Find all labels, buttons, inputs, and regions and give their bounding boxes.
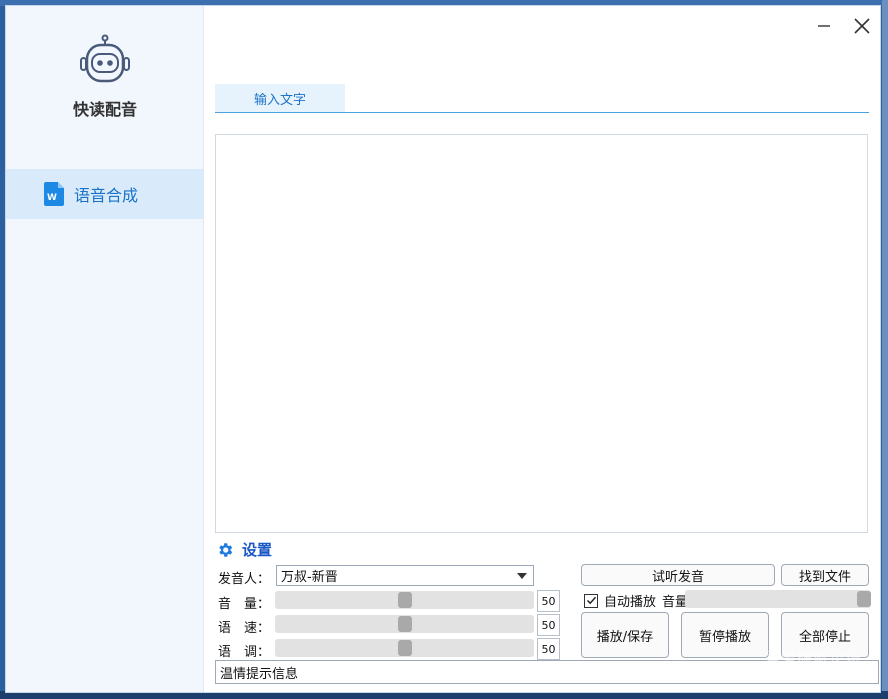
watermark: 吾爱破解论坛 www.52pojie.cn	[765, 650, 861, 686]
svg-text:W: W	[47, 193, 57, 203]
sidebar-item-speech-synthesis[interactable]: W 语音合成	[6, 169, 204, 219]
speed-slider-thumb[interactable]	[398, 616, 412, 632]
sidebar: 快读配音 W 语音合成	[6, 6, 204, 692]
word-doc-icon: W	[44, 182, 64, 206]
app-title: 快读配音	[72, 100, 137, 119]
speed-value: 50	[537, 614, 560, 636]
minimize-icon	[818, 25, 830, 27]
check-icon	[586, 596, 596, 605]
robot-icon	[80, 34, 130, 83]
autoplay-row: 自动播放 音量	[584, 591, 694, 610]
speaker-label: 发音人：	[218, 572, 271, 587]
volume-label: 音 量：	[218, 597, 271, 612]
close-button[interactable]	[850, 14, 874, 38]
hint-text: 温情提示信息	[220, 666, 299, 682]
gear-icon	[219, 542, 233, 557]
settings-title: 设置	[242, 541, 273, 559]
desktop-background-right	[882, 0, 888, 699]
watermark-line2: www.52pojie.cn	[765, 670, 852, 683]
pause-button[interactable]: 暂停播放	[681, 612, 769, 658]
speaker-select[interactable]: 万叔-新晋	[276, 565, 534, 586]
speed-label: 语 速：	[218, 621, 271, 636]
autoplay-volume-slider-thumb[interactable]	[857, 591, 871, 607]
volume-slider-thumb[interactable]	[398, 592, 412, 608]
autoplay-checkbox[interactable]	[584, 593, 598, 608]
watermark-line1: 吾爱破解论坛	[765, 649, 862, 668]
pitch-label: 语 调：	[218, 645, 271, 660]
tab-underline	[215, 112, 869, 113]
pitch-slider-thumb[interactable]	[398, 640, 412, 656]
speaker-value: 万叔-新晋	[281, 570, 338, 585]
close-icon	[854, 18, 870, 34]
autoplay-label: 自动播放	[604, 595, 657, 610]
volume-value: 50	[537, 590, 560, 612]
find-file-button[interactable]: 找到文件	[781, 564, 869, 586]
pitch-slider[interactable]	[275, 639, 534, 657]
app-window: 快读配音 W 语音合成 输入文字 设置 发音人： 万叔-新晋 音 量： 50 语…	[5, 5, 881, 693]
text-input-area[interactable]	[215, 134, 868, 533]
play-save-button[interactable]: 播放/保存	[581, 612, 669, 658]
minimize-button[interactable]	[812, 14, 836, 38]
speed-slider[interactable]	[275, 615, 534, 633]
preview-voice-button[interactable]: 试听发音	[581, 564, 775, 586]
tab-input-text[interactable]: 输入文字	[215, 84, 345, 112]
settings-header: 设置	[216, 539, 272, 560]
sidebar-item-label: 语音合成	[74, 186, 139, 205]
volume-slider[interactable]	[275, 591, 534, 609]
chevron-down-icon	[517, 573, 527, 579]
autoplay-volume-slider[interactable]	[685, 590, 871, 608]
pitch-value: 50	[537, 638, 560, 660]
